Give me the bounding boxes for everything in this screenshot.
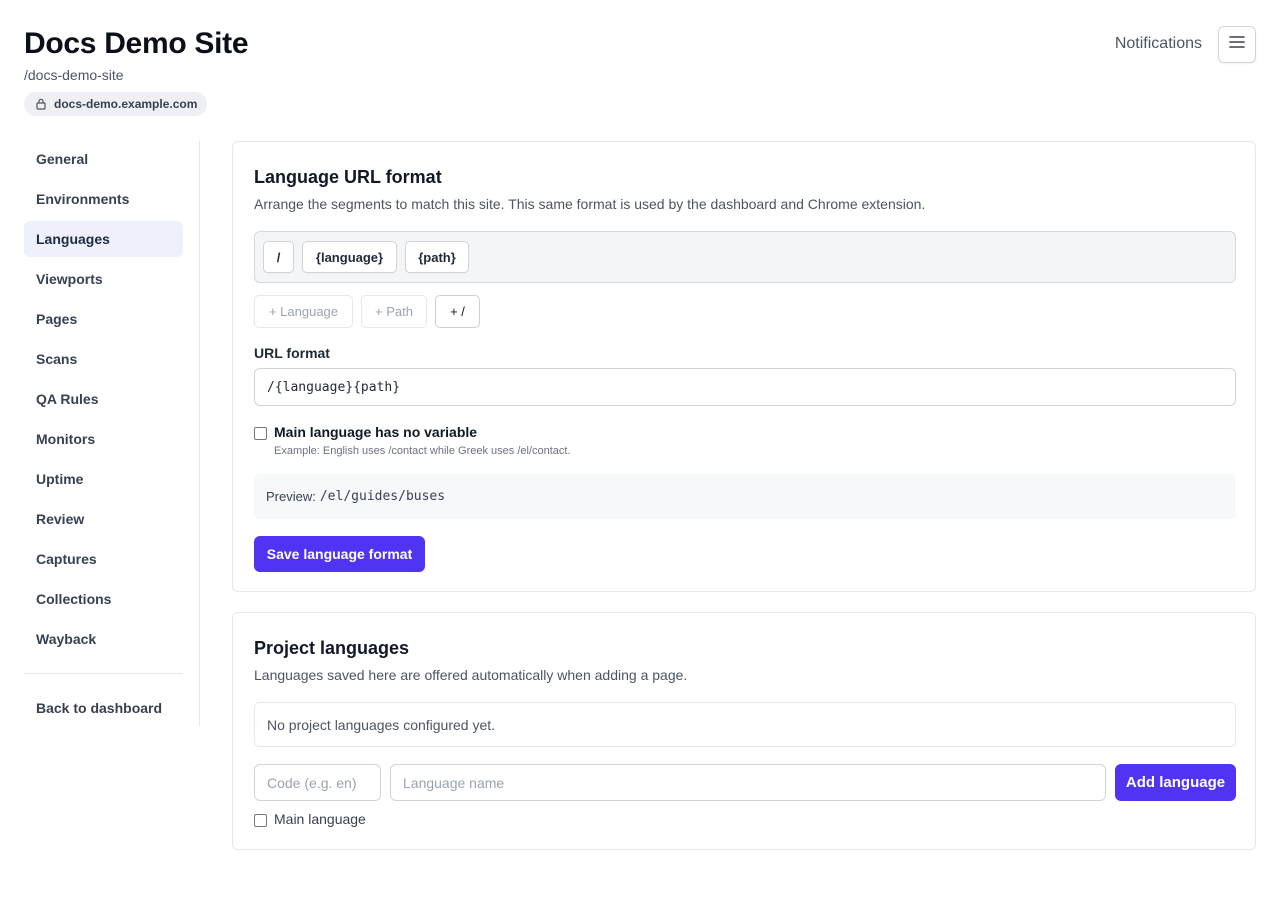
domain-badge: docs-demo.example.com	[24, 92, 208, 116]
language-name-input[interactable]: Language name	[390, 764, 1106, 801]
segment-builder: / {language} {path}	[254, 231, 1236, 283]
empty-languages-message: No project languages configured yet.	[254, 702, 1236, 747]
main-language-label[interactable]: Main language	[274, 811, 366, 827]
language-code-input[interactable]: Code (e.g. en)	[254, 764, 381, 801]
url-format-input[interactable]: /{language}{path}	[254, 368, 1236, 406]
site-slug: /docs-demo-site	[24, 67, 124, 83]
sidebar-item-uptime[interactable]: Uptime	[24, 461, 183, 497]
main-language-no-variable-label[interactable]: Main language has no variable	[274, 424, 477, 440]
menu-button[interactable]	[1218, 26, 1256, 63]
sidebar-item-review[interactable]: Review	[24, 501, 183, 537]
sidebar-item-scans[interactable]: Scans	[24, 341, 183, 377]
card-title: Project languages	[254, 638, 410, 658]
sidebar-item-pages[interactable]: Pages	[24, 301, 183, 337]
main-language-no-variable-checkbox[interactable]	[254, 427, 267, 440]
segment-language[interactable]: {language}	[302, 241, 397, 273]
sidebar-item-qa-rules[interactable]: QA Rules	[24, 381, 183, 417]
add-language-button[interactable]: Add language	[1115, 764, 1236, 801]
sidebar-item-environments[interactable]: Environments	[24, 181, 183, 217]
preview-value: /el/guides/buses	[319, 489, 446, 504]
card-description: Arrange the segments to match this site.…	[254, 196, 926, 212]
sidebar-item-monitors[interactable]: Monitors	[24, 421, 183, 457]
segment-path[interactable]: {path}	[405, 241, 469, 273]
back-to-dashboard-link[interactable]: Back to dashboard	[24, 690, 183, 726]
sidebar-item-languages[interactable]: Languages	[24, 221, 183, 257]
lock-icon	[36, 98, 46, 110]
sidebar-item-viewports[interactable]: Viewports	[24, 261, 183, 297]
sidebar-item-captures[interactable]: Captures	[24, 541, 183, 577]
site-title: Docs Demo Site	[24, 27, 249, 60]
url-preview: Preview: /el/guides/buses	[254, 474, 1236, 519]
project-languages-card: Project languages Languages saved here a…	[232, 612, 1256, 850]
sidebar-item-wayback[interactable]: Wayback	[24, 621, 183, 657]
hamburger-menu-icon	[1229, 35, 1245, 54]
add-slash-segment-button[interactable]: + /	[435, 295, 480, 328]
add-language-segment-button[interactable]: + Language	[254, 295, 353, 328]
main-language-checkbox[interactable]	[254, 814, 267, 827]
sidebar-item-general[interactable]: General	[24, 141, 183, 177]
card-description: Languages saved here are offered automat…	[254, 667, 688, 683]
add-path-segment-button[interactable]: + Path	[361, 295, 427, 328]
segment-slash[interactable]: /	[263, 241, 294, 273]
card-title: Language URL format	[254, 167, 442, 187]
preview-label: Preview:	[266, 489, 316, 504]
sidebar-item-collections[interactable]: Collections	[24, 581, 183, 617]
sidebar-nav: General Environments Languages Viewports…	[24, 141, 200, 726]
save-language-format-button[interactable]: Save language format	[254, 536, 425, 572]
sidebar-divider	[24, 673, 183, 674]
url-format-label: URL format	[254, 345, 330, 361]
language-url-format-card: Language URL format Arrange the segments…	[232, 141, 1256, 592]
checkbox-hint: Example: English uses /contact while Gre…	[274, 445, 571, 457]
notifications-link[interactable]: Notifications	[1115, 33, 1202, 55]
domain-text: docs-demo.example.com	[54, 97, 198, 111]
